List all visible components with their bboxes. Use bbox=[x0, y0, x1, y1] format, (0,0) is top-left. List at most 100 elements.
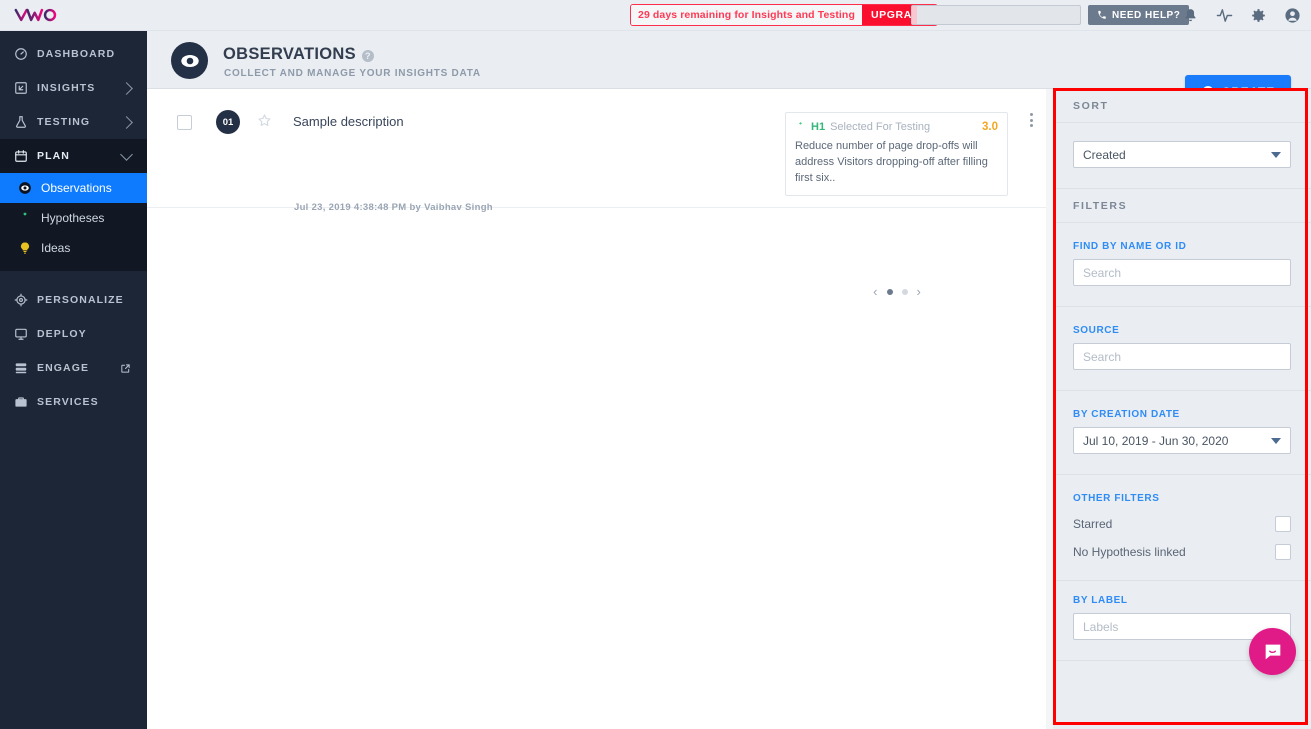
need-help-button[interactable]: NEED HELP? bbox=[1088, 5, 1190, 25]
sort-heading: SORT bbox=[1053, 89, 1311, 123]
chevron-right-icon bbox=[120, 115, 133, 129]
row-number: 01 bbox=[216, 110, 240, 134]
sidebar-item-testing[interactable]: TESTING bbox=[0, 105, 147, 139]
dashboard-icon bbox=[15, 48, 27, 60]
sidebar-item-deploy[interactable]: DEPLOY bbox=[0, 317, 147, 351]
usage-progress-bar bbox=[911, 5, 1081, 25]
row-more-options-icon[interactable] bbox=[1023, 111, 1039, 129]
sidebar-label-hypotheses: Hypotheses bbox=[41, 211, 105, 225]
sidebar-plan-children: Observations Hypotheses Ideas bbox=[0, 173, 147, 271]
filter-no-hypothesis-row[interactable]: No Hypothesis linked bbox=[1073, 544, 1291, 560]
pager-prev-icon[interactable]: ‹ bbox=[873, 285, 877, 298]
sidebar-item-insights[interactable]: INSIGHTS bbox=[0, 71, 147, 105]
bell-icon[interactable] bbox=[1182, 7, 1199, 24]
row-checkbox[interactable] bbox=[177, 115, 192, 130]
hypothesis-text: Reduce number of page drop-offs will add… bbox=[795, 140, 988, 184]
hypothesis-status: Selected For Testing bbox=[830, 120, 931, 133]
sidebar-label-services: SERVICES bbox=[37, 396, 99, 408]
briefcase-icon bbox=[15, 397, 27, 407]
source-label: SOURCE bbox=[1073, 325, 1120, 336]
eye-icon bbox=[19, 182, 31, 194]
row-description: Sample description bbox=[293, 114, 404, 129]
find-by-name-block: FIND BY NAME OR ID Search bbox=[1053, 223, 1311, 307]
find-by-name-label: FIND BY NAME OR ID bbox=[1073, 241, 1187, 252]
main-scrollbar[interactable] bbox=[1046, 89, 1053, 729]
help-icon[interactable]: ? bbox=[361, 49, 374, 62]
sidebar-item-observations[interactable]: Observations bbox=[0, 173, 147, 203]
table-row[interactable]: 01 Sample description H1 Selected For Te… bbox=[147, 89, 1053, 298]
top-icon-group bbox=[1182, 0, 1301, 31]
filters-heading: FILTERS bbox=[1053, 189, 1311, 223]
sidebar-item-plan[interactable]: PLAN bbox=[0, 139, 147, 173]
hypothesis-pager: ‹ › bbox=[857, 285, 937, 298]
engage-icon bbox=[15, 363, 27, 374]
need-help-label: NEED HELP? bbox=[1112, 9, 1181, 21]
filter-no-hypothesis-checkbox[interactable] bbox=[1275, 544, 1291, 560]
external-link-icon bbox=[121, 363, 130, 373]
hypothesis-icon bbox=[798, 121, 803, 132]
sidebar-label-insights: INSIGHTS bbox=[37, 82, 96, 94]
insights-icon bbox=[15, 82, 27, 94]
sidebar-label-testing: TESTING bbox=[37, 116, 91, 128]
by-label-label: BY LABEL bbox=[1073, 595, 1128, 606]
filter-starred-label: Starred bbox=[1073, 517, 1113, 531]
hypothesis-score: 3.0 bbox=[982, 120, 998, 133]
hypothesis-header: H1 Selected For Testing 3.0 bbox=[795, 120, 998, 133]
sort-select-value: Created bbox=[1083, 147, 1126, 162]
sidebar-label-dashboard: DASHBOARD bbox=[37, 48, 116, 60]
observations-badge bbox=[171, 42, 208, 79]
sidebar-label-observations: Observations bbox=[41, 181, 112, 195]
gear-icon[interactable] bbox=[1250, 7, 1267, 24]
find-by-name-input[interactable]: Search bbox=[1073, 259, 1291, 286]
sidebar-item-engage[interactable]: ENGAGE bbox=[0, 351, 147, 385]
sidebar-item-personalize[interactable]: PERSONALIZE bbox=[0, 283, 147, 317]
sidebar-item-hypotheses[interactable]: Hypotheses bbox=[0, 203, 147, 233]
chevron-down-icon bbox=[1271, 151, 1281, 158]
vwo-logo[interactable] bbox=[14, 5, 68, 25]
other-filters-label: OTHER FILTERS bbox=[1073, 493, 1160, 504]
chat-support-button[interactable] bbox=[1249, 628, 1296, 675]
sort-select[interactable]: Created bbox=[1073, 141, 1291, 168]
left-sidebar: DASHBOARD INSIGHTS TESTING PLAN Observat… bbox=[0, 31, 147, 729]
eye-icon bbox=[180, 54, 199, 67]
account-icon[interactable] bbox=[1284, 7, 1301, 24]
hypothesis-id: H1 bbox=[811, 120, 826, 133]
chat-icon bbox=[1265, 644, 1280, 659]
trial-banner: 29 days remaining for Insights and Testi… bbox=[630, 4, 938, 26]
chevron-right-icon bbox=[120, 81, 133, 95]
sidebar-label-deploy: DEPLOY bbox=[37, 328, 87, 340]
usage-progress-fill bbox=[912, 6, 917, 24]
sidebar-item-dashboard[interactable]: DASHBOARD bbox=[0, 37, 147, 71]
flask-icon bbox=[16, 116, 26, 128]
pulse-icon[interactable] bbox=[1216, 7, 1233, 24]
sidebar-label-engage: ENGAGE bbox=[37, 362, 90, 374]
chevron-down-icon bbox=[120, 148, 133, 161]
creation-date-select[interactable]: Jul 10, 2019 - Jun 30, 2020 bbox=[1073, 427, 1291, 454]
chevron-down-icon bbox=[1271, 437, 1281, 444]
sidebar-label-plan: PLAN bbox=[37, 150, 70, 162]
row-timestamp: Jul 23, 2019 4:38:48 PM by Vaibhav Singh bbox=[294, 202, 493, 213]
sidebar-item-services[interactable]: SERVICES bbox=[0, 385, 147, 419]
top-bar: 29 days remaining for Insights and Testi… bbox=[0, 0, 1311, 31]
bulb-icon bbox=[20, 242, 30, 254]
hypothesis-icon bbox=[22, 212, 28, 224]
sidebar-item-ideas[interactable]: Ideas bbox=[0, 233, 147, 263]
creation-date-label: BY CREATION DATE bbox=[1073, 409, 1180, 420]
star-icon[interactable] bbox=[257, 113, 272, 128]
sidebar-divider bbox=[0, 271, 147, 283]
hypothesis-card[interactable]: H1 Selected For Testing 3.0 Reduce numbe… bbox=[785, 112, 1008, 196]
sort-block: Created bbox=[1053, 123, 1311, 189]
pager-dot[interactable] bbox=[886, 288, 893, 295]
page-header: OBSERVATIONS ? COLLECT AND MANAGE YOUR I… bbox=[147, 31, 1311, 109]
pager-next-icon[interactable]: › bbox=[917, 285, 921, 298]
filter-starred-checkbox[interactable] bbox=[1275, 516, 1291, 532]
source-input[interactable]: Search bbox=[1073, 343, 1291, 370]
filter-starred-row[interactable]: Starred bbox=[1073, 516, 1291, 532]
target-icon bbox=[14, 293, 28, 307]
other-filters-block: OTHER FILTERS Starred No Hypothesis link… bbox=[1053, 475, 1311, 581]
calendar-icon bbox=[15, 150, 27, 162]
deploy-icon bbox=[15, 328, 27, 340]
page-subtitle: COLLECT AND MANAGE YOUR INSIGHTS DATA bbox=[224, 68, 481, 79]
sidebar-label-personalize: PERSONALIZE bbox=[37, 294, 124, 306]
pager-dot[interactable] bbox=[901, 288, 908, 295]
